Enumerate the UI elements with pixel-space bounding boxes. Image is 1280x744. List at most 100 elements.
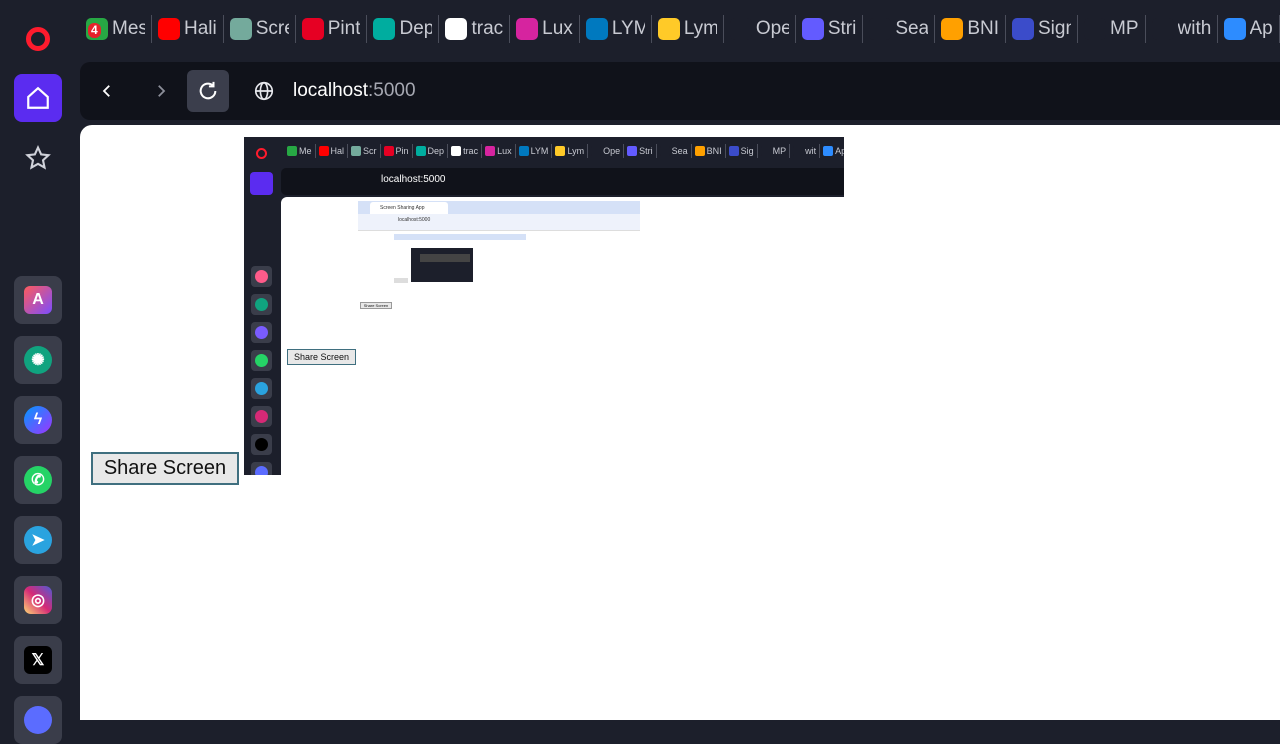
bookmark-label: MP: [1110, 18, 1139, 39]
video-instagram-icon: [251, 406, 272, 427]
chevron-right-icon: [158, 85, 166, 97]
sidebar-app-aria[interactable]: A: [14, 276, 62, 324]
bookmarks-bar: 4 Mes Hali Scre Pint Dep trac Lux LYM Lym Ope Stri S…: [80, 10, 1280, 48]
bookmark-label: Stri: [827, 18, 857, 39]
video-bookmark-item: LYM: [516, 144, 553, 158]
share-screen-button[interactable]: Share Screen: [91, 452, 239, 485]
reload-icon: [199, 81, 217, 100]
bookmark-item[interactable]: Ap: [1218, 15, 1280, 43]
sidebar-app-instagram[interactable]: ◎: [14, 576, 62, 624]
bookmark-label: Ope: [755, 18, 789, 39]
back-button[interactable]: [86, 70, 128, 112]
star-icon: [25, 144, 51, 170]
video-inner-address: localhost:5000: [398, 217, 431, 223]
bookmark-favicon-icon: [445, 18, 468, 40]
opera-logo-icon[interactable]: [26, 27, 50, 51]
bookmark-label: Sign: [1038, 18, 1071, 39]
bookmark-favicon-icon: [301, 18, 324, 40]
bookmark-item[interactable]: Stri: [796, 15, 864, 43]
bookmark-favicon-icon: [657, 18, 680, 40]
bookmark-favicon-icon: [585, 18, 608, 40]
home-button[interactable]: [14, 74, 62, 122]
bookmark-label: Lym: [683, 18, 717, 39]
video-bookmark-item: trac: [448, 144, 483, 158]
video-share-button: Share Screen: [287, 349, 356, 365]
bookmark-item[interactable]: Lux: [510, 15, 580, 43]
pinboards-button[interactable]: [22, 142, 54, 174]
sidebar-app-telegram[interactable]: ➤: [14, 516, 62, 564]
bookmark-label: Sea: [895, 18, 929, 39]
shared-screen-video: Me Hal Scr Pin Dep trac Lux LYM Lym Ope Stri Sea BNI…: [244, 137, 844, 475]
bookmark-favicon-icon: [229, 18, 252, 40]
address-toolbar: localhost:5000: [80, 62, 1280, 120]
browser-sidebar: A ✺ ϟ ✆ ➤ ◎ 𝕏: [0, 0, 74, 744]
aria-icon: A: [24, 286, 52, 314]
url-port: :5000: [368, 80, 416, 101]
telegram-icon: ➤: [24, 526, 52, 554]
video-bookmark-item: wit: [790, 144, 821, 158]
bookmark-favicon-icon: [1012, 18, 1034, 40]
sidebar-app-messenger[interactable]: ϟ: [14, 396, 62, 444]
bookmark-favicon-icon: [1223, 18, 1246, 40]
bookmark-label: Mes: [112, 18, 145, 39]
bookmark-label: Pint: [327, 18, 361, 39]
bookmark-item[interactable]: Pint: [296, 15, 368, 43]
bookmark-favicon-icon: [729, 18, 752, 40]
bookmark-item[interactable]: trac: [439, 15, 511, 43]
instagram-icon: ◎: [24, 586, 52, 614]
reload-button[interactable]: [187, 70, 229, 112]
sidebar-app-whatsapp[interactable]: ✆: [14, 456, 62, 504]
messenger-icon: ϟ: [24, 406, 52, 434]
video-inner-tab: Screen Sharing App: [370, 202, 448, 214]
bookmark-item[interactable]: Dep: [367, 15, 440, 43]
video-opera-icon: [256, 148, 267, 159]
bookmark-item[interactable]: Lym: [652, 15, 724, 43]
bookmark-item[interactable]: Hali: [152, 15, 224, 43]
video-bookmark-item: Lux: [482, 144, 516, 158]
video-chatgpt-icon: [251, 294, 272, 315]
video-bookmark-item: BNI: [692, 144, 726, 158]
bookmark-item[interactable]: Sign: [1006, 15, 1078, 43]
home-icon: [27, 86, 49, 109]
video-whatsapp-icon: [251, 350, 272, 371]
video-home-icon: [250, 172, 273, 195]
bookmark-label: trac: [471, 18, 504, 39]
video-bookmark-item: Ope: [588, 144, 625, 158]
bookmark-favicon-icon: [516, 18, 539, 40]
whatsapp-icon: ✆: [24, 466, 52, 494]
bookmark-item[interactable]: 4 Mes: [80, 15, 152, 43]
bookmark-item[interactable]: LYM: [580, 15, 652, 43]
video-bookmark-item: Pin: [381, 144, 413, 158]
video-bookmark-item: Me: [284, 144, 316, 158]
sidebar-app-more[interactable]: [14, 696, 62, 744]
bookmark-item[interactable]: Sea: [863, 15, 936, 43]
bookmark-item[interactable]: with: [1146, 15, 1218, 43]
bookmark-label: Scre: [255, 18, 289, 39]
sidebar-app-chatgpt[interactable]: ✺: [14, 336, 62, 384]
video-bookmark-item: Ap: [820, 144, 844, 158]
video-url: localhost:5000: [381, 174, 446, 185]
video-bookmark-item: Dep: [413, 144, 449, 158]
video-bookmark-item: MP: [758, 144, 791, 158]
video-aria-icon: [251, 266, 272, 287]
bookmark-label: Hali: [184, 18, 217, 39]
video-recursive-frame: [394, 234, 526, 286]
bookmark-item[interactable]: MP: [1078, 15, 1146, 43]
bookmark-favicon-icon: [1084, 18, 1106, 40]
bookmark-item[interactable]: BNI: [935, 15, 1006, 43]
address-bar-url[interactable]: localhost:5000: [293, 79, 416, 103]
sidebar-app-x[interactable]: 𝕏: [14, 636, 62, 684]
url-host: localhost: [293, 80, 368, 101]
video-bookmark-item: Stri: [624, 144, 657, 158]
x-icon: 𝕏: [24, 646, 52, 674]
chevron-left-icon: [102, 85, 110, 97]
bookmark-favicon-icon: [1151, 18, 1174, 40]
bookmark-badge: 4: [88, 23, 101, 38]
video-x-icon: [251, 434, 272, 455]
bookmark-label: Ap: [1249, 18, 1273, 39]
video-telegram-icon: [251, 378, 272, 399]
bookmark-item[interactable]: Scre: [224, 15, 296, 43]
bookmark-item[interactable]: Ope: [724, 15, 796, 43]
video-messenger-icon: [251, 322, 272, 343]
forward-button[interactable]: [140, 70, 182, 112]
